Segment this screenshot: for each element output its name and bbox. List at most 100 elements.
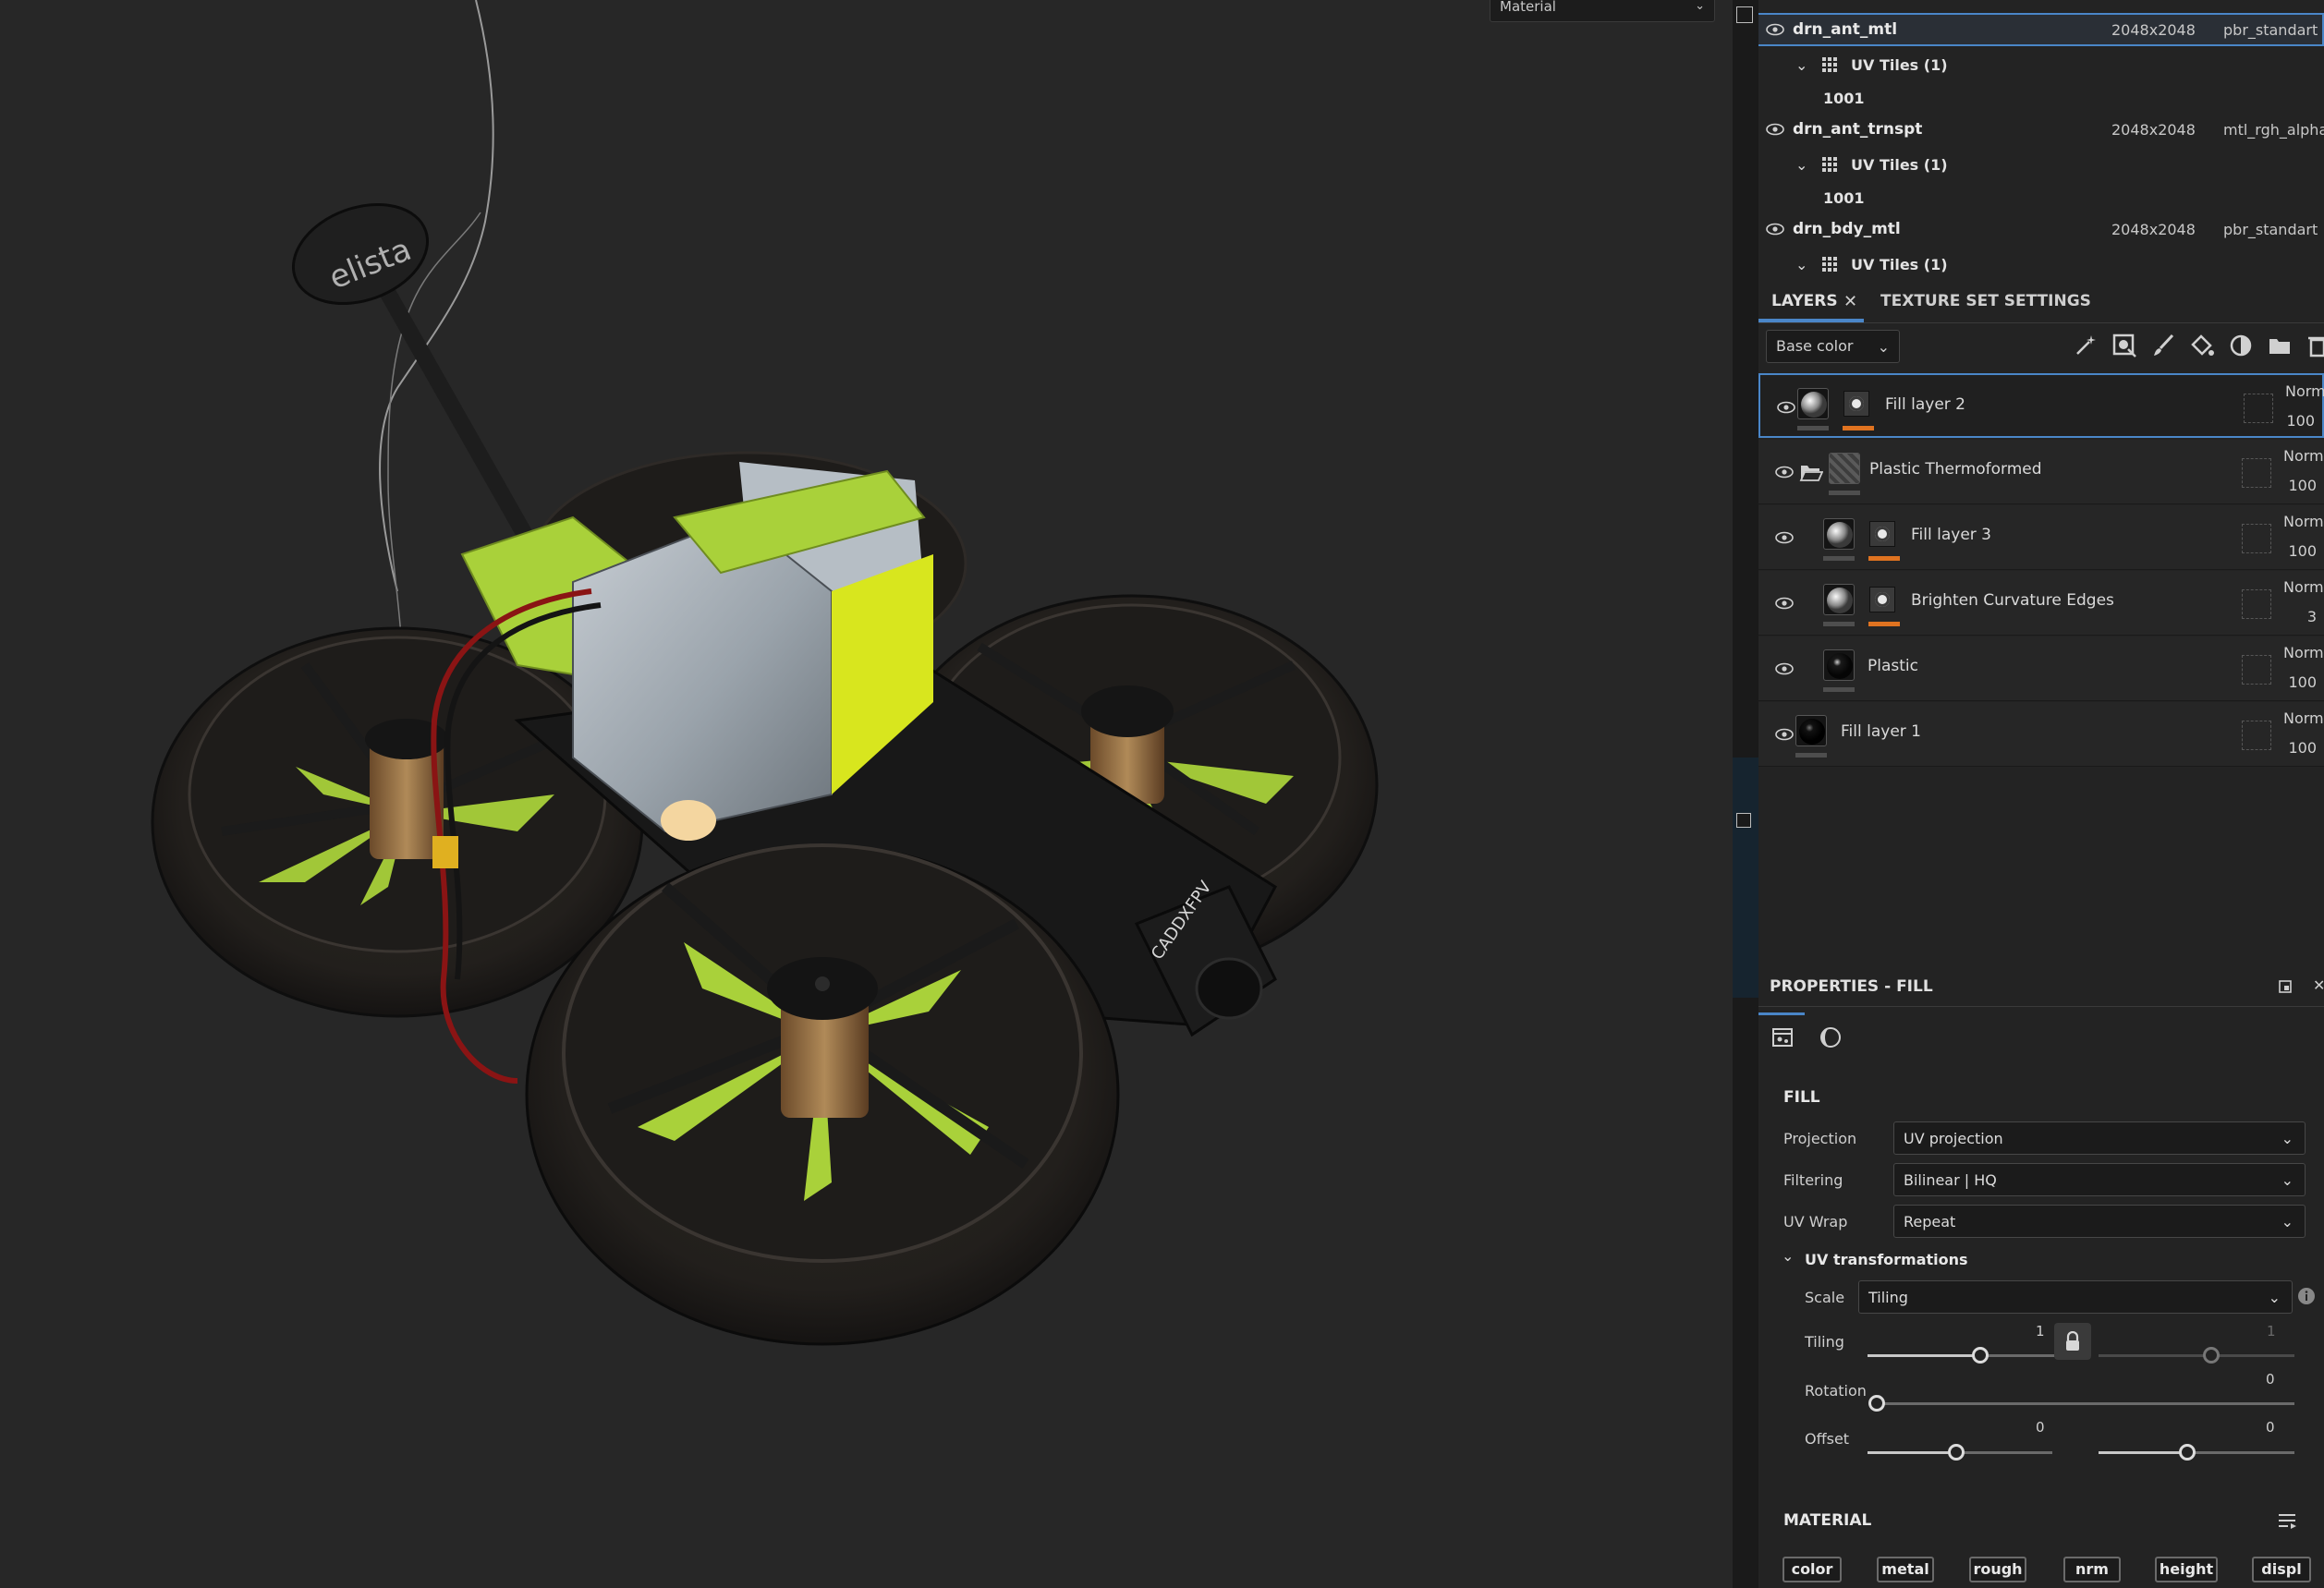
layer-blend-mode[interactable]: Norm [2285,382,2324,400]
active-tab-indicator [1758,1012,1805,1015]
layer-name: Plastic [1868,657,1918,675]
fill-settings-icon[interactable] [1771,1026,1794,1049]
layer-plastic-thermoformed[interactable]: Plastic Thermoformed Norm 100 [1758,440,2324,504]
eye-icon[interactable] [1775,728,1794,741]
layer-opacity[interactable]: 100 [2288,477,2317,494]
material-channel-rough[interactable]: rough [1969,1557,2026,1582]
offset-x-slider-knob[interactable] [1948,1444,1965,1461]
material-channel-displ[interactable]: displ [2252,1557,2311,1582]
eye-icon[interactable] [1766,123,1784,136]
uv-tiles-row[interactable]: ⌄ UV Tiles (1) [1758,48,2324,81]
add-mask-icon[interactable] [2111,333,2137,358]
scale-select[interactable]: Tiling ⌄ [1858,1280,2293,1314]
close-icon[interactable]: ✕ [2313,976,2324,994]
trash-icon[interactable] [2306,333,2324,358]
layer-channel-bar [1797,426,1829,430]
material-channel-height[interactable]: height [2155,1557,2218,1582]
dock-handle-icon[interactable] [1736,813,1751,828]
smart-material-icon[interactable] [2228,333,2254,358]
layer-opacity[interactable]: 100 [2288,673,2317,691]
tiling-slider-knob[interactable] [1972,1347,1989,1364]
viewport-side-band [1733,758,1758,998]
uv-tiles-row[interactable]: ⌄ UV Tiles (1) [1758,148,2324,181]
texture-set-drn-bdy-mtl[interactable]: drn_bdy_mtl 2048x2048 pbr_standart [1758,212,2324,246]
layer-opacity[interactable]: 100 [2286,412,2315,430]
3d-viewport[interactable]: elista CADDXFPV Material ⌄ [0,0,1733,1588]
layer-channel-bar [1829,491,1860,495]
uv-tile-1001[interactable]: 1001 [1758,81,2324,115]
material-channel-color[interactable]: color [1783,1557,1842,1582]
channel-select[interactable]: Base color ⌄ [1766,330,1900,363]
layer-opacity[interactable]: 3 [2307,608,2317,625]
mask-thumbnail[interactable] [1869,521,1895,547]
offset-x-slider-fill [1868,1451,1955,1454]
magic-wand-icon[interactable] [2073,333,2099,358]
folder-open-icon[interactable] [1799,462,1823,482]
float-panel-icon[interactable] [2279,980,2292,993]
offset-y-value: 0 [2266,1419,2275,1436]
eye-icon[interactable] [1775,597,1794,610]
eye-icon[interactable] [1775,662,1794,675]
layer-fill-layer-3[interactable]: Fill layer 3 Norm 100 [1758,505,2324,570]
layer-blend-mode[interactable]: Norm [2283,644,2324,661]
layer-fill-layer-2[interactable]: Fill layer 2 Norm 100 [1758,373,2324,438]
eye-icon[interactable] [1775,531,1794,544]
layer-fill-layer-1[interactable]: Fill layer 1 Norm 100 [1758,702,2324,767]
uv-tiles-row[interactable]: ⌄ UV Tiles (1) [1758,248,2324,281]
rotation-slider-knob[interactable] [1868,1395,1885,1412]
layer-blend-mode[interactable]: Norm [2283,513,2324,530]
folder-icon[interactable] [2267,333,2293,358]
chevron-down-icon[interactable]: ⌄ [1795,256,1807,273]
rotation-slider-track[interactable] [1879,1402,2294,1405]
material-menu-icon[interactable] [2277,1511,2297,1530]
info-icon[interactable] [2297,1287,2316,1305]
layer-channel-bar [1823,687,1855,692]
texture-set-name: drn_bdy_mtl [1793,220,1901,238]
dock-collapse-icon[interactable] [1736,6,1753,23]
uv-transformations-heading[interactable]: UV transformations [1805,1251,1968,1268]
material-channel-nrm[interactable]: nrm [2063,1557,2121,1582]
layer-blend-mode[interactable]: Norm [2283,578,2324,596]
tiling-value-secondary: 1 [2267,1323,2276,1339]
filtering-select[interactable]: Bilinear | HQ ⌄ [1893,1163,2306,1196]
mask-thumbnail[interactable] [1843,391,1869,417]
eye-icon[interactable] [1766,23,1784,36]
eye-icon[interactable] [1777,401,1795,414]
chevron-down-icon[interactable]: ⌄ [1795,56,1807,74]
layer-opacity[interactable]: 100 [2288,542,2317,560]
offset-x-value: 0 [2036,1419,2045,1436]
eye-icon[interactable] [1775,466,1794,479]
uv-tile-1001[interactable]: 1001 [1758,181,2324,214]
offset-y-slider-knob[interactable] [2179,1444,2196,1461]
layer-blend-mode[interactable]: Norm [2283,447,2324,465]
layer-plastic[interactable]: Plastic Norm 100 [1758,636,2324,701]
layer-thumbnail [1823,584,1855,615]
material-channel-metal[interactable]: metal [1877,1557,1934,1582]
viewport-mode-select[interactable]: Material ⌄ [1490,0,1715,22]
texture-set-drn-ant-trnspt[interactable]: drn_ant_trnspt 2048x2048 mtl_rgh_alpha [1758,113,2324,146]
projection-select[interactable]: UV projection ⌄ [1893,1121,2306,1155]
material-sphere-icon[interactable] [1819,1026,1842,1049]
layer-opacity[interactable]: 100 [2288,739,2317,757]
tab-texture-set-settings[interactable]: TEXTURE SET SETTINGS [1880,292,2091,310]
close-icon[interactable]: ✕ [1843,292,1857,311]
filtering-value: Bilinear | HQ [1904,1171,1997,1189]
layer-blend-preview [2244,394,2273,423]
chevron-down-icon[interactable]: ⌄ [1782,1247,1794,1265]
texture-set-name: drn_ant_mtl [1793,20,1898,39]
eye-icon[interactable] [1766,223,1784,236]
viewport-side-strip[interactable] [1733,0,1758,1588]
lock-ratio-button[interactable] [2054,1323,2091,1360]
chevron-down-icon: ⌄ [1695,0,1705,13]
fill-bucket-icon[interactable] [2189,333,2215,358]
layer-thumbnail [1823,518,1855,550]
texture-set-drn-ant-mtl[interactable]: drn_ant_mtl 2048x2048 pbr_standart [1758,13,2324,46]
layer-brighten-curvature-edges[interactable]: Brighten Curvature Edges Norm 3 [1758,571,2324,636]
layer-blend-mode[interactable]: Norm [2283,709,2324,727]
mask-thumbnail[interactable] [1869,587,1895,612]
uv-wrap-select[interactable]: Repeat ⌄ [1893,1205,2306,1238]
chevron-down-icon[interactable]: ⌄ [1795,156,1807,174]
tab-layers[interactable]: LAYERS [1771,292,1838,310]
drone-render: elista CADDXFPV [151,0,1379,1346]
paint-brush-icon[interactable] [2150,333,2176,358]
